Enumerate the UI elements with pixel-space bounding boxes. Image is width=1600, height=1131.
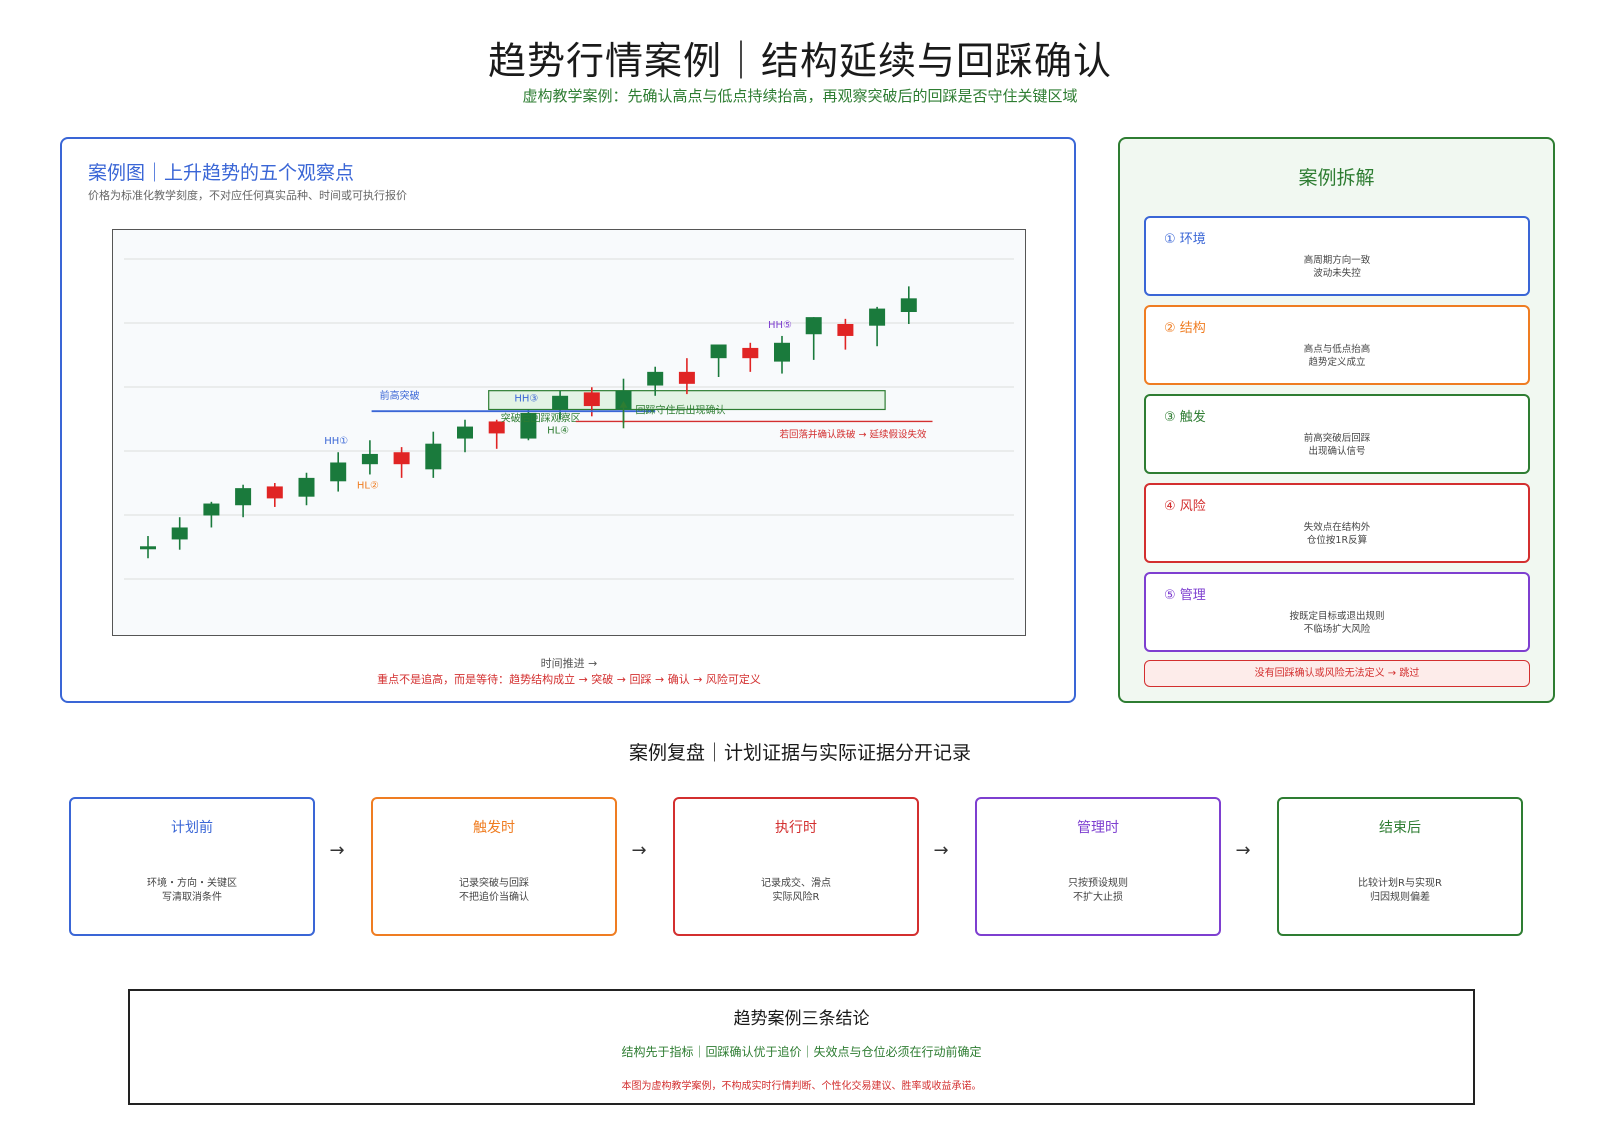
structure-marker: HH③ xyxy=(514,393,538,404)
candle-body xyxy=(869,308,886,326)
flow-arrow-icon: → xyxy=(329,840,345,861)
candle-body xyxy=(140,546,156,550)
flow-stage-title: 执行时 xyxy=(775,820,817,836)
page-subtitle: 虚构教学案例：先确认高点与低点持续抬高，再观察突破后的回踩是否守住关键区域 xyxy=(522,87,1078,105)
flow-stage-execution: 执行时 记录成交、滑点 实际风险R xyxy=(673,797,919,936)
flow-stage-description: 环境・方向・关键区 写清取消条件 xyxy=(147,878,237,903)
conclusion-disclaimer: 本图为虚构教学案例，不构成实时行情判断、个性化交易建议、胜率或收益承诺。 xyxy=(621,1081,982,1092)
candle-body xyxy=(552,395,569,410)
candle-body xyxy=(647,371,664,386)
step-card-risk: ④ 风险 失效点在结构外 仓位按1R反算 xyxy=(1144,483,1530,563)
candle-body xyxy=(710,344,727,359)
candle-body xyxy=(235,488,252,506)
structure-marker: HH⑤ xyxy=(768,320,792,331)
candle-body xyxy=(203,503,220,516)
step-card-environment: ① 环境 高周期方向一致 波动未失控 xyxy=(1144,216,1530,296)
structure-marker: HH① xyxy=(324,436,348,447)
step-title: ③ 触发 xyxy=(1164,410,1206,425)
flow-stage-title: 计划前 xyxy=(171,820,213,836)
candle-body xyxy=(583,392,600,407)
x-axis-label: 时间推进 → xyxy=(540,657,598,670)
chart-panel-note: 价格为标准化教学刻度，不对应任何真实品种、时间或可执行报价 xyxy=(88,189,407,202)
candlestick-chart: 突破后回踩观察区 前高突破若回落并确认跌破 → 延续假设失效 回踩守住后出现确认 HH… xyxy=(124,258,1014,580)
retest-zone-label: 突破后回踩观察区 xyxy=(501,411,581,424)
flow-stage-title: 结束后 xyxy=(1379,820,1421,836)
candle-body xyxy=(361,453,378,465)
flow-stage-title: 管理时 xyxy=(1077,820,1119,836)
step-description: 高周期方向一致 波动未失控 xyxy=(1303,255,1371,279)
flow-arrow-icon: → xyxy=(933,840,949,861)
step-description: 失效点在结构外 仓位按1R反算 xyxy=(1303,522,1371,546)
candle-body xyxy=(805,317,822,335)
flow-arrow-icon: → xyxy=(1235,840,1251,861)
step-description: 前高突破后回踩 出现确认信号 xyxy=(1303,433,1371,457)
skip-rule-banner: 没有回踩确认或风险无法定义 → 跳过 xyxy=(1144,660,1530,687)
invalidation-label: 若回落并确认跌破 → 延续假设失效 xyxy=(780,428,927,440)
flow-stage-description: 记录成交、滑点 实际风险R xyxy=(761,878,831,903)
breakout-label: 前高突破 xyxy=(380,389,420,402)
flow-stage-trigger: 触发时 记录突破与回踩 不把追价当确认 xyxy=(371,797,617,936)
flow-stage-description: 记录突破与回踩 不把追价当确认 xyxy=(459,878,529,903)
candle-body xyxy=(393,452,410,465)
step-card-trigger: ③ 触发 前高突破后回踩 出现确认信号 xyxy=(1144,394,1530,474)
flow-stage-description: 只按预设规则 不扩大止损 xyxy=(1068,878,1128,903)
step-card-structure: ② 结构 高点与低点抬高 趋势定义成立 xyxy=(1144,305,1530,385)
step-description: 高点与低点抬高 趋势定义成立 xyxy=(1303,344,1371,368)
conclusion-points: 结构先于指标｜回踩确认优于追价｜失效点与仓位必须在行动前确定 xyxy=(621,1045,982,1059)
flow-stage-before-plan: 计划前 环境・方向・关键区 写清取消条件 xyxy=(69,797,315,936)
conclusion-title: 趋势案例三条结论 xyxy=(733,1009,870,1029)
structure-marker: HL② xyxy=(357,480,379,491)
step-title: ⑤ 管理 xyxy=(1164,588,1206,603)
step-description: 按既定目标或退出规则 不临场扩大风险 xyxy=(1289,611,1385,635)
candle-body xyxy=(266,486,283,499)
step-title: ① 环境 xyxy=(1164,232,1206,247)
candle-body xyxy=(837,323,854,336)
flow-stage-title: 触发时 xyxy=(473,820,515,836)
candle-body xyxy=(330,462,347,482)
candle-body xyxy=(678,371,695,384)
breakdown-title: 案例拆解 xyxy=(1298,167,1375,189)
step-title: ② 结构 xyxy=(1164,321,1206,336)
candle-body xyxy=(298,477,315,497)
flow-arrow-icon: → xyxy=(631,840,647,861)
chart-footnote: 重点不是追高，而是等待：趋势结构成立 → 突破 → 回踩 → 确认 → 风险可定… xyxy=(377,673,761,686)
candle-body xyxy=(457,426,473,439)
page-title: 趋势行情案例｜结构延续与回踩确认 xyxy=(487,39,1112,83)
flow-stage-after: 结束后 比较计划R与实现R 归因规则偏差 xyxy=(1277,797,1523,936)
candle-body xyxy=(774,342,790,362)
structure-marker: HL④ xyxy=(547,426,569,437)
review-title: 案例复盘｜计划证据与实际证据分开记录 xyxy=(628,742,971,764)
candle-body xyxy=(171,527,188,540)
step-card-management: ⑤ 管理 按既定目标或退出规则 不临场扩大风险 xyxy=(1144,572,1530,652)
candle-body xyxy=(900,298,917,313)
chart-panel-title: 案例图｜上升趋势的五个观察点 xyxy=(88,162,355,184)
flow-stage-management: 管理时 只按预设规则 不扩大止损 xyxy=(975,797,1221,936)
confirm-label: 回踩守住后出现确认 xyxy=(636,403,726,416)
candle-body xyxy=(742,347,759,359)
candle-body xyxy=(425,443,442,470)
flow-stage-description: 比较计划R与实现R 归因规则偏差 xyxy=(1358,878,1442,903)
step-title: ④ 风险 xyxy=(1164,499,1206,514)
